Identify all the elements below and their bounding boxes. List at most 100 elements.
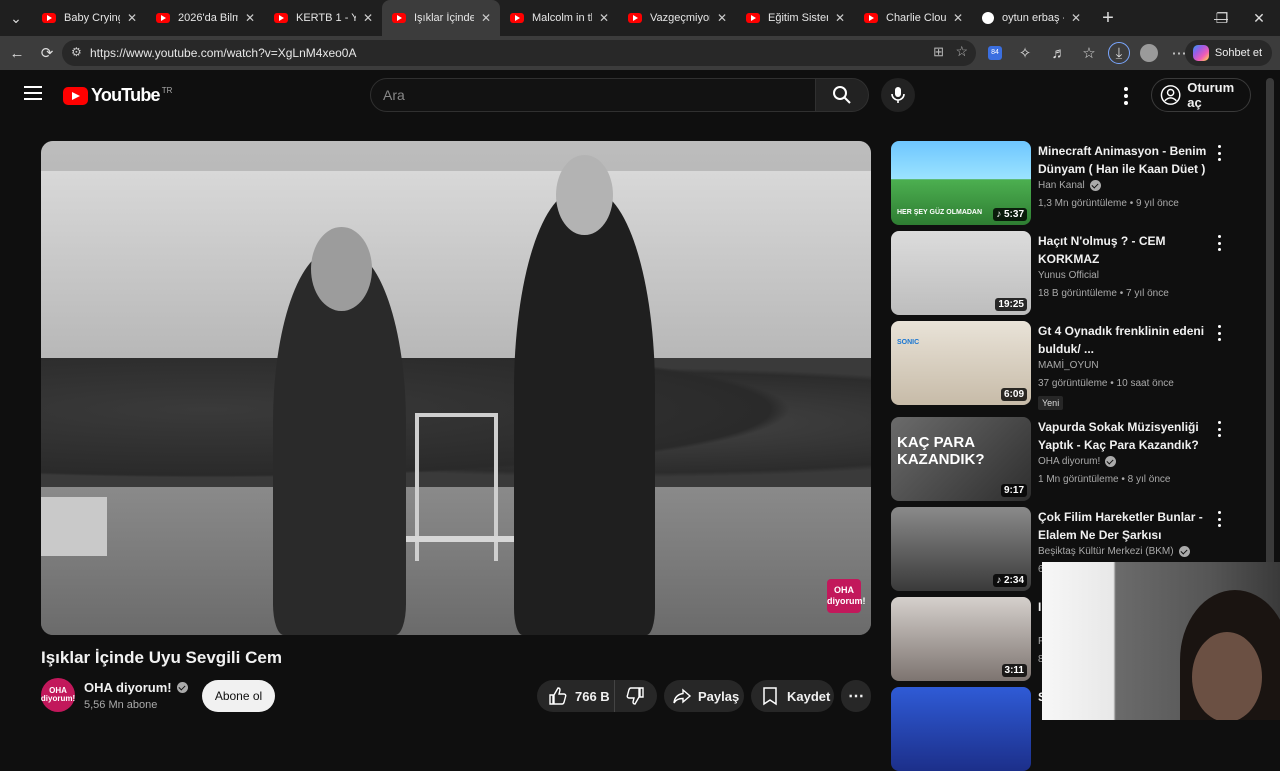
video-thumbnail[interactable]: HER ŞEY GÜZ OLMADAN ♪ 5:37: [891, 141, 1031, 225]
video-options-kebab-icon[interactable]: [1213, 235, 1225, 251]
recommended-video[interactable]: 19:25 Haçıt N'olmuş ? - CEM KORKMAZ Yunus …: [891, 231, 1251, 315]
share-button[interactable]: Paylaş: [664, 680, 744, 712]
close-tab-icon[interactable]: ✕: [1068, 11, 1084, 25]
recommended-channel-text[interactable]: OHA diyorum!: [1038, 456, 1100, 467]
youtube-favicon-icon: [628, 13, 642, 23]
recommended-channel[interactable]: Yunus Official: [1038, 270, 1099, 281]
search-input[interactable]: Ara: [370, 78, 816, 112]
hamburger-menu-icon[interactable]: [24, 86, 42, 100]
close-tab-icon[interactable]: ✕: [950, 11, 966, 25]
browser-tab[interactable]: Eğitim Sistemi N ✕: [736, 0, 854, 36]
recommended-title[interactable]: Çok Filim Hareketler Bunlar - Elalem Ne …: [1038, 508, 1210, 544]
channel-watermark[interactable]: OHA diyorum!: [827, 579, 866, 613]
signin-button[interactable]: Oturum aç: [1151, 78, 1251, 112]
channel-name-text[interactable]: OHA diyorum!: [84, 680, 172, 695]
video-thumbnail[interactable]: 3:11: [891, 597, 1031, 681]
app-available-icon[interactable]: ⊞: [933, 44, 944, 60]
more-actions-button[interactable]: ⋯: [841, 680, 871, 712]
recommended-channel-text[interactable]: Beşiktaş Kültür Merkezi (BKM): [1038, 546, 1174, 557]
save-button[interactable]: Kaydet: [751, 680, 834, 712]
recommended-video[interactable]: HER ŞEY GÜZ OLMADAN ♪ 5:37 Minecraft Anima…: [891, 141, 1251, 225]
video-thumbnail[interactable]: [891, 687, 1031, 771]
youtube-logo[interactable]: YouTube TR: [63, 85, 172, 106]
thumbnail-text: SONIC: [897, 339, 920, 346]
video-options-kebab-icon[interactable]: [1213, 421, 1225, 437]
video-thumbnail[interactable]: KAÇ PARA KAZANDIK? 9:17: [891, 417, 1031, 501]
browser-tab[interactable]: Vazgeçmiyorum ✕: [618, 0, 736, 36]
browser-tab[interactable]: 2026'da Bilmen ✕: [146, 0, 264, 36]
reload-icon[interactable]: ⟳: [36, 42, 58, 64]
dislike-button[interactable]: [615, 680, 657, 712]
duration-text: 19:25: [998, 299, 1024, 310]
video-thumbnail[interactable]: 19:25: [891, 231, 1031, 315]
close-tab-icon[interactable]: ✕: [242, 11, 258, 25]
recommended-title[interactable]: Gt 4 Oynadık frenklinin edeni bulduk/ ..…: [1038, 322, 1210, 358]
site-info-icon[interactable]: ⚙: [71, 45, 82, 59]
recommended-channel[interactable]: MAMİ_OYUN: [1038, 360, 1099, 371]
youtube-favicon-icon: [42, 13, 56, 23]
recommended-title[interactable]: Minecraft Animasyon - Benim Dünyam ( Han…: [1038, 142, 1210, 178]
browser-tab[interactable]: Işıklar İçinde Uy ✕: [382, 0, 500, 36]
recommended-video[interactable]: SONIC 6:09 Gt 4 Oynadık frenklinin edeni b…: [891, 321, 1251, 410]
browser-tab[interactable]: oytun erbaş - Go ✕: [972, 0, 1090, 36]
favorites-icon[interactable]: ☆: [1078, 42, 1100, 64]
video-thumbnail[interactable]: ♪ 2:34: [891, 507, 1031, 591]
video-player[interactable]: OHA diyorum!: [41, 141, 871, 635]
like-dislike-group: 766 B: [537, 680, 657, 712]
recommended-channel-text[interactable]: Yunus Official: [1038, 270, 1099, 281]
address-bar[interactable]: ⚙ https://www.youtube.com/watch?v=XgLnM4…: [62, 40, 976, 66]
like-button[interactable]: 766 B: [537, 680, 615, 712]
downloads-icon[interactable]: ⤓: [1108, 42, 1130, 64]
back-icon[interactable]: ←: [6, 42, 28, 64]
close-tab-icon[interactable]: ✕: [124, 11, 140, 25]
tab-title: Işıklar İçinde Uy: [414, 12, 474, 24]
page-scrollbar[interactable]: [1266, 78, 1274, 638]
channel-avatar[interactable]: OHA diyorum!: [41, 678, 75, 712]
favorite-star-icon[interactable]: ☆: [955, 43, 968, 60]
browser-tab[interactable]: Charlie Clouser ✕: [854, 0, 972, 36]
recommended-meta: 1,3 Mn görüntüleme • 9 yıl önce: [1038, 198, 1179, 209]
close-tab-icon[interactable]: ✕: [360, 11, 376, 25]
profile-avatar-icon[interactable]: [1138, 42, 1160, 64]
subscribe-button[interactable]: Abone ol: [202, 680, 275, 712]
recommended-title[interactable]: Haçıt N'olmuş ? - CEM KORKMAZ: [1038, 232, 1210, 268]
browser-tab[interactable]: Baby Crying Sou ✕: [32, 0, 146, 36]
video-options-kebab-icon[interactable]: [1213, 511, 1225, 527]
duration-badge: ♪ 5:37: [993, 208, 1027, 221]
browser-tab[interactable]: Malcolm in the M ✕: [500, 0, 618, 36]
recommended-channel-text[interactable]: MAMİ_OYUN: [1038, 360, 1099, 371]
extension-badge-icon[interactable]: 84: [988, 46, 1002, 60]
close-tab-icon[interactable]: ✕: [714, 11, 730, 25]
video-thumbnail[interactable]: SONIC 6:09: [891, 321, 1031, 405]
close-window-button[interactable]: ✕: [1238, 0, 1280, 36]
recommended-channel[interactable]: Beşiktaş Kültür Merkezi (BKM): [1038, 546, 1190, 557]
recommended-channel-text[interactable]: Han Kanal: [1038, 180, 1085, 191]
youtube-favicon-icon: [746, 13, 760, 23]
close-tab-icon[interactable]: ✕: [478, 11, 494, 25]
music-note-icon: ♪: [996, 209, 1004, 220]
duration-badge: 3:11: [1001, 664, 1027, 677]
search-button[interactable]: [815, 78, 869, 112]
url-text[interactable]: https://www.youtube.com/watch?v=XgLnM4xe…: [90, 46, 356, 60]
video-options-kebab-icon[interactable]: [1213, 325, 1225, 341]
new-tab-button[interactable]: +: [1090, 7, 1126, 30]
extensions-puzzle-icon[interactable]: ✧: [1014, 42, 1036, 64]
video-options-kebab-icon[interactable]: [1213, 145, 1225, 161]
new-badge: Yeni: [1038, 396, 1064, 410]
recommended-channel[interactable]: OHA diyorum!: [1038, 456, 1117, 467]
close-tab-icon[interactable]: ✕: [832, 11, 848, 25]
verified-icon: [1105, 456, 1117, 467]
channel-name[interactable]: OHA diyorum!: [84, 680, 188, 695]
tab-search-chevron-icon[interactable]: ⌄: [0, 0, 32, 36]
recommended-title[interactable]: Vapurda Sokak Müzisyenliği Yaptık - Kaç …: [1038, 418, 1210, 454]
recommended-video[interactable]: KAÇ PARA KAZANDIK? 9:17 Vapurda Sokak Müzi…: [891, 417, 1251, 501]
settings-kebab-icon[interactable]: [1116, 86, 1136, 106]
avatar-text: OHA diyorum!: [40, 686, 76, 703]
close-tab-icon[interactable]: ✕: [596, 11, 612, 25]
browser-tab[interactable]: KERTB 1 - YouTu ✕: [264, 0, 382, 36]
copilot-chat-button[interactable]: Sohbet et: [1184, 40, 1272, 66]
voice-search-button[interactable]: [881, 78, 915, 112]
recommended-channel[interactable]: Han Kanal: [1038, 180, 1101, 191]
media-control-icon[interactable]: ♬: [1048, 42, 1070, 64]
like-count: 766 B: [575, 688, 610, 704]
